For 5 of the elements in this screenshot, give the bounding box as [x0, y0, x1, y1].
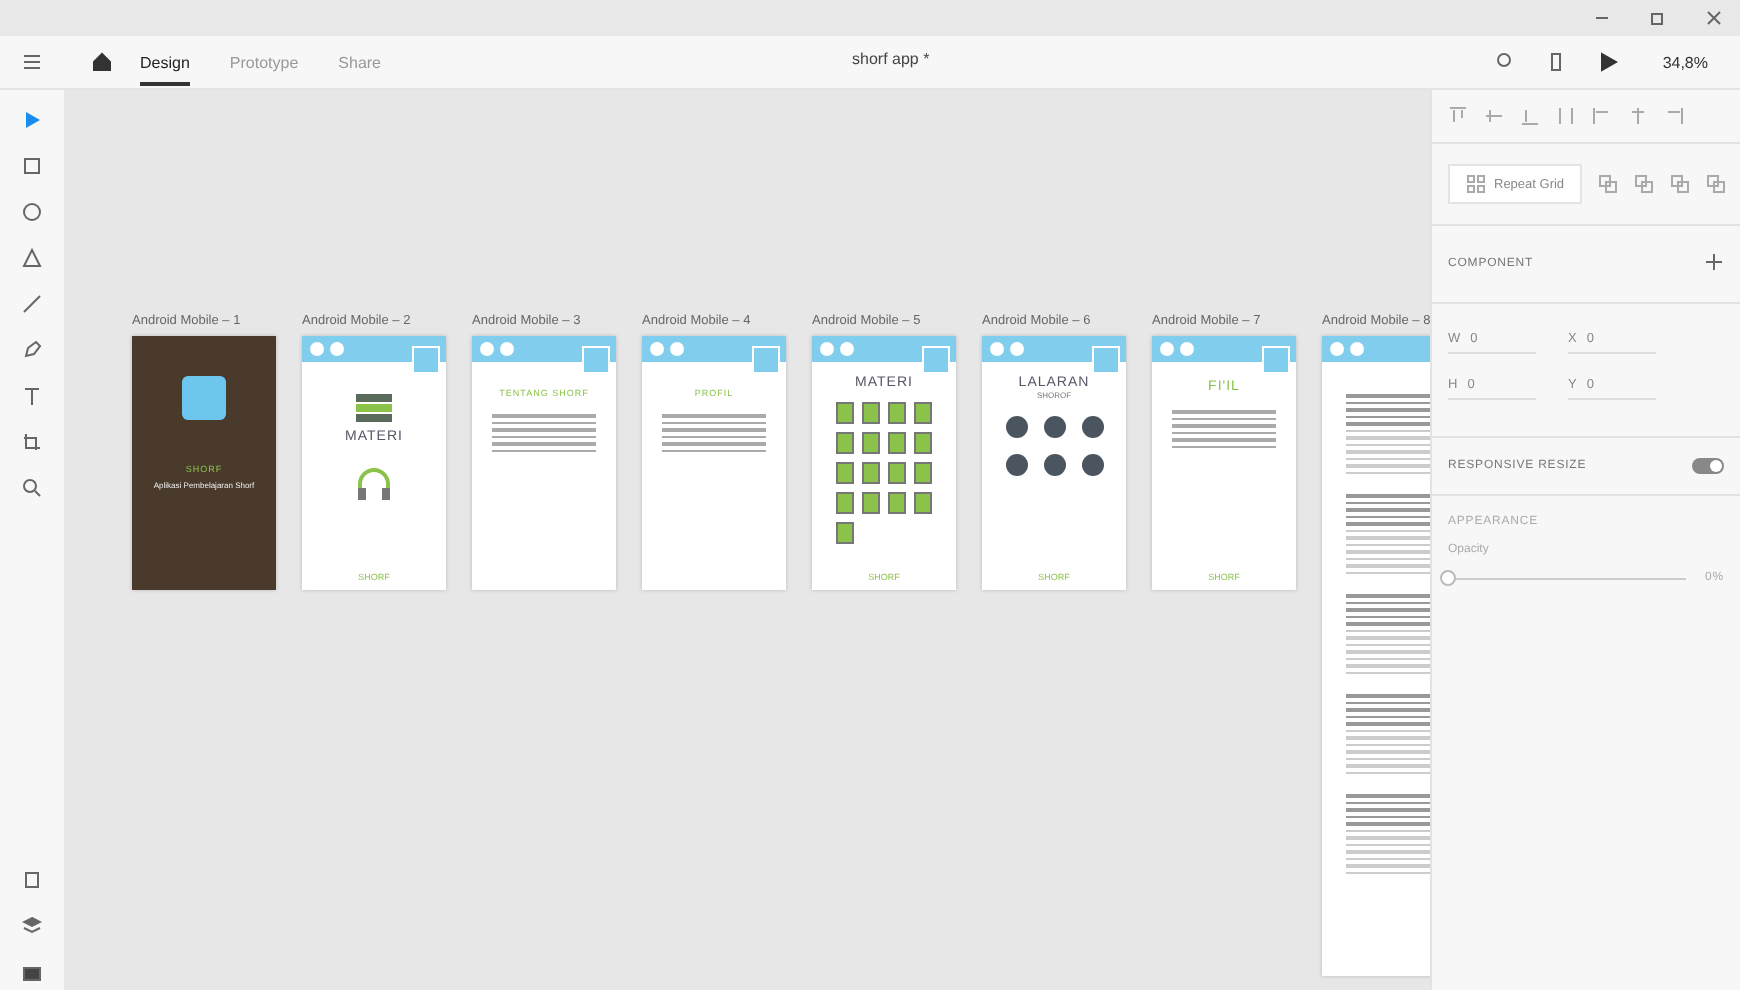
tab[interactable]: Prototype: [229, 39, 299, 85]
tab[interactable]: Share: [338, 39, 382, 85]
document-title[interactable]: shorf app *: [840, 48, 942, 70]
tab[interactable]: Design: [140, 39, 190, 85]
zoom-level[interactable]: 34,8%: [1650, 51, 1720, 73]
